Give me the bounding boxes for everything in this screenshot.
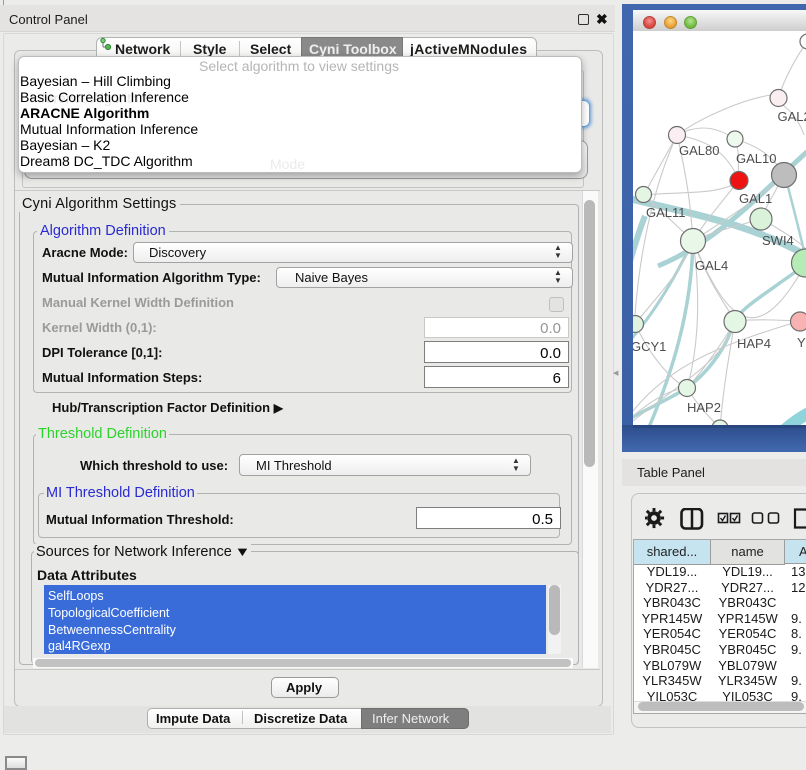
svg-text:HAP2: HAP2 xyxy=(687,400,721,415)
svg-text:GAL4: GAL4 xyxy=(695,258,728,273)
svg-text:GAL10: GAL10 xyxy=(736,151,776,166)
svg-text:HAP4: HAP4 xyxy=(737,336,771,351)
svg-text:GAL11: GAL11 xyxy=(646,205,686,220)
svg-text:SWI4: SWI4 xyxy=(762,233,794,248)
svg-text:GAL80: GAL80 xyxy=(679,143,719,158)
svg-text:GAL1: GAL1 xyxy=(739,191,772,206)
svg-text:GCY1: GCY1 xyxy=(633,339,666,354)
svg-text:YD: YD xyxy=(797,335,806,350)
svg-text:GAL2: GAL2 xyxy=(778,109,806,124)
